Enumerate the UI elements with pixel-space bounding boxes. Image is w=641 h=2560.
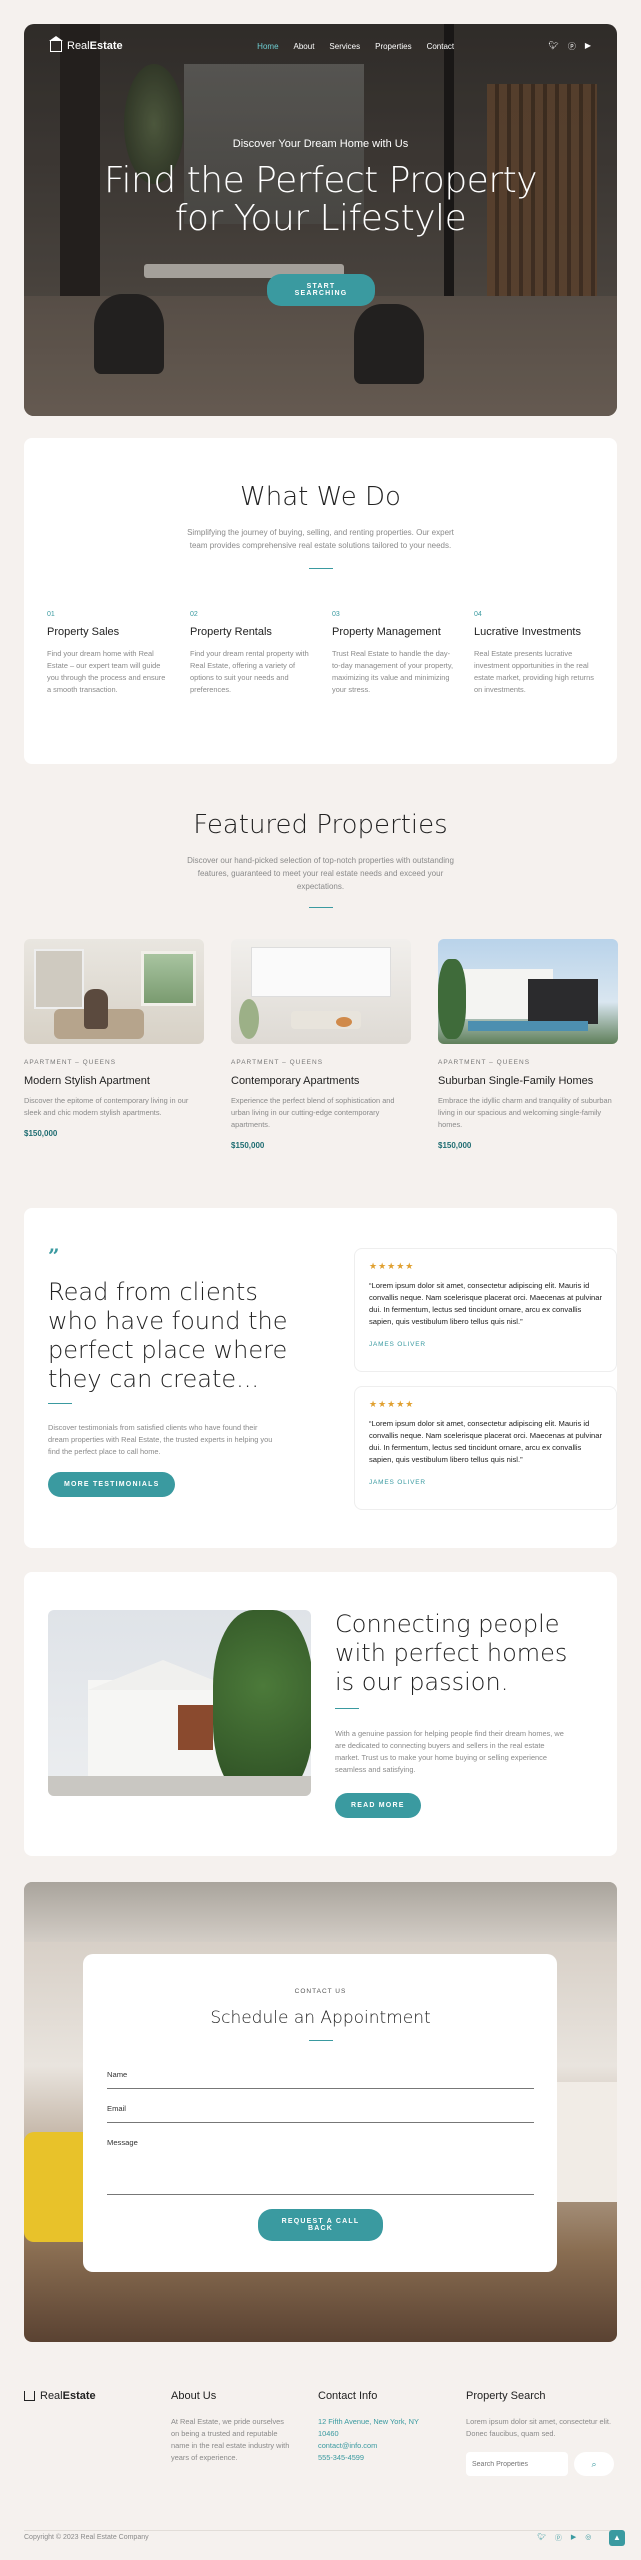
divider (308, 907, 333, 908)
house-icon (24, 2391, 35, 2401)
service-title: Property Rentals (190, 626, 272, 638)
property-price: $150,000 (438, 1141, 472, 1150)
arrow-up-icon[interactable]: ▲ (609, 2530, 625, 2546)
nav-services[interactable]: Services (329, 42, 360, 51)
footer-logo[interactable]: RealEstate (24, 2390, 96, 2402)
property-title[interactable]: Suburban Single-Family Homes (438, 1075, 618, 1087)
hero-content: Discover Your Dream Home with Us Find th… (24, 138, 617, 238)
top-nav: RealEstate Home About Services Propertie… (24, 24, 617, 68)
footer-about: About Us At Real Estate, we pride oursel… (171, 2390, 290, 2462)
divider (48, 1403, 72, 1404)
nav-properties[interactable]: Properties (375, 42, 411, 51)
start-searching-button[interactable]: START SEARCHING (267, 274, 375, 306)
youtube-icon[interactable]: ▶ (571, 2533, 576, 2543)
twitter-icon[interactable]: 🐦︎ (549, 41, 559, 52)
service-title: Property Management (332, 626, 441, 638)
pinterest-icon[interactable]: ⓟ (568, 41, 576, 52)
testimonial-author: JAMES OLIVER (369, 1341, 426, 1348)
contact-eyebrow: CONTACT US (294, 1988, 347, 1995)
copyright: Copyright © 2023 Real Estate Company (24, 2534, 149, 2541)
email-field[interactable]: Email (107, 2104, 534, 2123)
message-field[interactable]: Message (107, 2138, 534, 2195)
property-image[interactable] (438, 939, 618, 1044)
footer-search-form: ⌕ (466, 2452, 618, 2476)
services-title: What We Do (240, 482, 401, 512)
divider (335, 1708, 359, 1709)
search-input[interactable] (466, 2452, 568, 2476)
property-card[interactable]: APARTMENT – QUEENS Contemporary Apartmen… (231, 939, 411, 1150)
property-card[interactable]: APARTMENT – QUEENS Suburban Single-Famil… (438, 939, 618, 1150)
nav-home[interactable]: Home (257, 42, 278, 51)
property-image[interactable] (231, 939, 411, 1044)
contact-title: Schedule an Appointment (210, 2008, 431, 2028)
house-icon (49, 35, 63, 52)
footer-email-link[interactable]: contact@info.com (318, 2440, 438, 2452)
property-title[interactable]: Modern Stylish Apartment (24, 1075, 204, 1087)
social-links: 🐦︎ ⓟ ▶ (549, 41, 591, 52)
nav-about[interactable]: About (294, 42, 315, 51)
property-price: $150,000 (231, 1141, 265, 1150)
service-item: 03 Property Management Trust Real Estate… (332, 611, 456, 696)
main-menu: Home About Services Properties Contact (217, 42, 454, 51)
pinterest-icon[interactable]: ⓟ (555, 2533, 562, 2543)
testimonial-card: ★★★★★ “Lorem ipsum dolor sit amet, conse… (354, 1248, 617, 1372)
service-title: Property Sales (47, 626, 120, 638)
house-image (48, 1610, 311, 1796)
property-card[interactable]: APARTMENT – QUEENS Modern Stylish Apartm… (24, 939, 204, 1138)
quote-icon: ” (48, 1244, 60, 1268)
footer-phone-link[interactable]: 555-345-4599 (318, 2452, 438, 2464)
footer-property-search: Property Search Lorem ipsum dolor sit am… (466, 2390, 618, 2476)
service-item: 04 Lucrative Investments Real Estate pre… (474, 611, 598, 696)
name-field[interactable]: Name (107, 2070, 534, 2089)
nav-contact[interactable]: Contact (427, 42, 455, 51)
search-icon[interactable]: ⌕ (574, 2452, 614, 2476)
star-rating: ★★★★★ (369, 1399, 415, 1409)
instagram-icon[interactable]: ◎ (585, 2533, 591, 2543)
about-passion-section: Connecting people with perfect homes is … (24, 1572, 617, 1856)
page: RealEstate Home About Services Propertie… (0, 0, 641, 2560)
more-testimonials-button[interactable]: MORE TESTIMONIALS (48, 1472, 176, 1497)
services-lead: Simplifying the journey of buying, selli… (187, 528, 454, 550)
star-rating: ★★★★★ (369, 1261, 415, 1271)
property-image[interactable] (24, 939, 204, 1044)
hero-section: RealEstate Home About Services Propertie… (24, 24, 617, 416)
testimonials-title: Read from clients who have found the per… (48, 1278, 288, 1393)
testimonials-section: ” Read from clients who have found the p… (24, 1208, 617, 1548)
passion-desc: With a genuine passion for helping peopl… (335, 1729, 564, 1774)
testimonials-lead: Discover testimonials from satisfied cli… (48, 1423, 273, 1456)
twitter-icon[interactable]: 🐦︎ (537, 2533, 546, 2543)
testimonial-card: ★★★★★ “Lorem ipsum dolor sit amet, conse… (354, 1386, 617, 1510)
service-title: Lucrative Investments (474, 626, 581, 638)
property-price: $150,000 (24, 1129, 58, 1138)
property-title[interactable]: Contemporary Apartments (231, 1075, 411, 1087)
read-more-button[interactable]: READ MORE (335, 1793, 421, 1818)
hero-title: Find the Perfect Property for Your Lifes… (103, 160, 538, 239)
service-item: 02 Property Rentals Find your dream rent… (190, 611, 314, 696)
site-logo[interactable]: RealEstate (49, 35, 123, 52)
divider (309, 2040, 333, 2041)
youtube-icon[interactable]: ▶ (585, 41, 591, 52)
featured-header: Featured Properties Discover our hand-pi… (0, 810, 641, 908)
services-section: What We Do Simplifying the journey of bu… (24, 438, 617, 764)
passion-title: Connecting people with perfect homes is … (335, 1610, 568, 1696)
featured-title: Featured Properties (193, 810, 448, 840)
testimonial-author: JAMES OLIVER (369, 1479, 426, 1486)
footer-social: 🐦︎ ⓟ ▶ ◎ (537, 2533, 591, 2543)
featured-lead: Discover our hand-picked selection of to… (187, 856, 454, 891)
service-item: 01 Property Sales Find your dream home w… (47, 611, 171, 696)
footer-contact-info: Contact Info 12 Fifth Avenue, New York, … (318, 2390, 438, 2464)
divider (308, 568, 333, 569)
request-call-back-button[interactable]: REQUEST A CALL BACK (258, 2209, 383, 2241)
hero-subtitle: Discover Your Dream Home with Us (232, 138, 409, 150)
